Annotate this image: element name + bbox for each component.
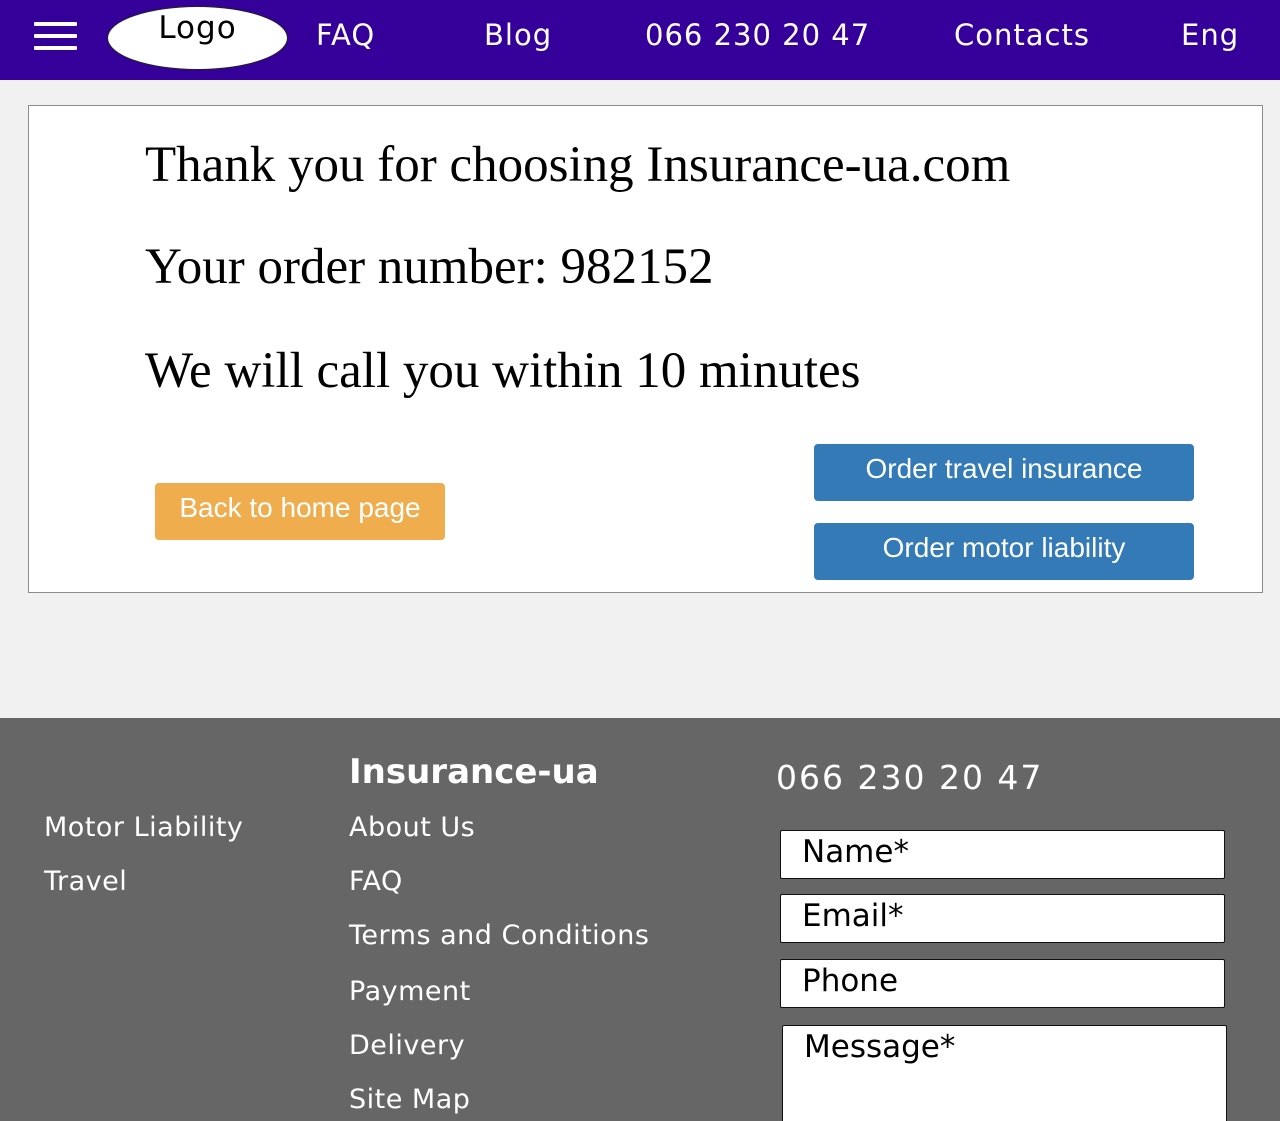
hamburger-line [34,46,77,50]
phone-field[interactable]: Phone [780,959,1225,1008]
nav-blog-link[interactable]: Blog [484,18,552,52]
nav-phone-link[interactable]: 066 230 20 47 [645,18,870,52]
footer-link-about-us[interactable]: About Us [349,812,475,843]
footer-link-terms[interactable]: Terms and Conditions [349,920,649,951]
back-to-home-button[interactable]: Back to home page [155,483,445,540]
footer-product-motor-liability[interactable]: Motor Liability [44,812,243,843]
footer-product-travel[interactable]: Travel [44,866,127,897]
hamburger-line [34,22,77,26]
language-switch[interactable]: Eng [1181,18,1239,52]
footer-link-faq[interactable]: FAQ [349,866,403,897]
site-logo[interactable]: Logo [107,6,288,70]
message-field[interactable]: Message* [782,1025,1227,1121]
footer-link-delivery[interactable]: Delivery [349,1030,465,1061]
order-travel-insurance-button[interactable]: Order travel insurance [814,444,1194,501]
hamburger-line [34,34,77,38]
footer-brand-title: Insurance-ua [349,752,599,792]
footer-link-payment[interactable]: Payment [349,976,471,1007]
footer-phone-number: 066 230 20 47 [776,758,1044,797]
site-footer: Motor Liability Travel Insurance-ua Abou… [0,718,1280,1121]
nav-faq-link[interactable]: FAQ [316,18,375,52]
order-motor-liability-button[interactable]: Order motor liability [814,523,1194,580]
name-field[interactable]: Name* [780,830,1225,879]
email-field[interactable]: Email* [780,894,1225,943]
nav-contacts-link[interactable]: Contacts [954,18,1090,52]
footer-link-site-map[interactable]: Site Map [349,1084,470,1115]
order-confirmation-card: Thank you for choosing Insurance-ua.com … [28,105,1263,593]
top-nav-bar: Logo FAQ Blog 066 230 20 47 Contacts Eng [0,0,1280,80]
order-number: Your order number: 982152 [145,239,714,295]
hamburger-menu-icon[interactable] [34,22,77,52]
callback-notice: We will call you within 10 minutes [145,343,861,399]
thank-you-message: Thank you for choosing Insurance-ua.com [145,137,1011,193]
